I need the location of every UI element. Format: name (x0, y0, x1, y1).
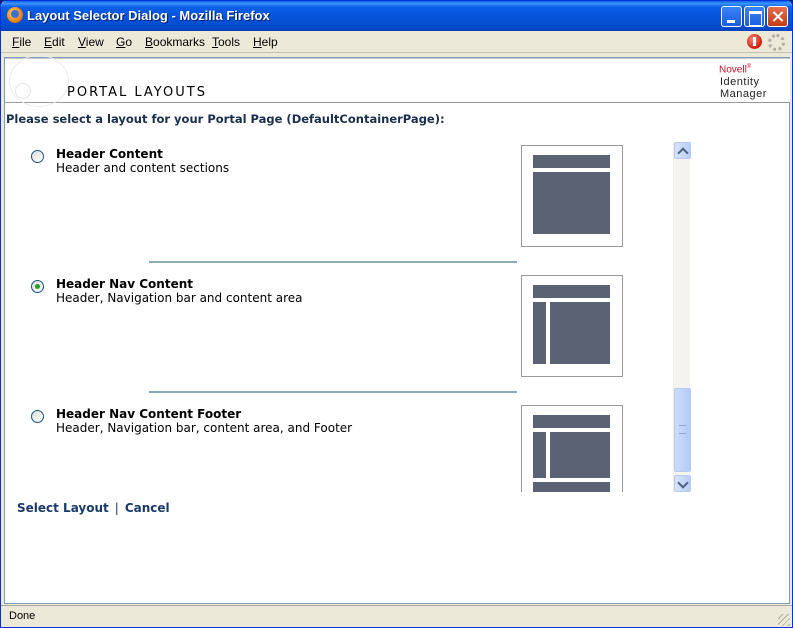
window-title: Layout Selector Dialog - Mozilla Firefox (27, 8, 270, 23)
vertical-scrollbar[interactable] (673, 142, 691, 492)
page-content: PORTAL LAYOUTS Novell® Identity Manager … (4, 55, 790, 604)
preview-nav-block (533, 302, 546, 364)
title-bar[interactable]: Layout Selector Dialog - Mozilla Firefox (1, 1, 792, 31)
instruction-text: Please select a layout for your Portal P… (6, 112, 445, 126)
layout-name: Header Content (56, 147, 163, 161)
menu-help[interactable]: Help (253, 35, 278, 49)
firefox-icon (7, 7, 23, 23)
browser-window: Layout Selector Dialog - Mozilla Firefox… (0, 0, 793, 628)
logo-text-manager: Manager (720, 88, 767, 100)
close-button[interactable] (767, 6, 788, 27)
action-links: Select Layout | Cancel (17, 501, 170, 515)
preview-content-block (550, 432, 610, 478)
layout-option-header-content[interactable]: Header Content Header and content sectio… (19, 140, 675, 270)
preview-header-block (533, 155, 610, 168)
layout-preview-header-content[interactable] (521, 145, 623, 247)
separator (149, 261, 517, 263)
scroll-thumb[interactable] (674, 388, 691, 472)
gear-decoration-icon (9, 55, 69, 107)
throbber-icon (768, 34, 785, 51)
layout-description: Header, Navigation bar, content area, an… (56, 421, 353, 435)
layout-radio-selected[interactable] (31, 280, 44, 293)
layout-name: Header Nav Content (56, 277, 193, 291)
registered-icon: ® (746, 64, 752, 70)
logo-text-identity: Identity (720, 76, 760, 88)
layout-radio[interactable] (31, 410, 44, 423)
layout-description: Header, Navigation bar and content area (56, 291, 303, 305)
layout-preview-header-nav-content-footer[interactable] (521, 405, 623, 492)
scroll-down-button[interactable] (674, 475, 691, 492)
preview-footer-block (533, 482, 610, 492)
layout-list: Header Content Header and content sectio… (19, 140, 689, 492)
scroll-up-button[interactable] (674, 142, 691, 159)
separator (149, 391, 517, 393)
cancel-link[interactable]: Cancel (125, 501, 170, 515)
minimize-button[interactable] (721, 6, 742, 27)
menu-tools[interactable]: Tools (212, 35, 240, 49)
banner-title: PORTAL LAYOUTS (67, 85, 207, 100)
banner: PORTAL LAYOUTS Novell® Identity Manager (5, 55, 790, 107)
layout-description: Header and content sections (56, 161, 230, 175)
layout-option-header-nav-content-footer[interactable]: Header Nav Content Footer Header, Naviga… (19, 400, 675, 492)
resize-grip-icon[interactable] (778, 614, 790, 626)
novell-logo: Novell® (719, 64, 752, 76)
menu-file[interactable]: File (12, 35, 31, 49)
menu-go[interactable]: Go (116, 35, 132, 49)
menu-bookmarks[interactable]: Bookmarks (145, 35, 205, 49)
menu-edit[interactable]: Edit (44, 35, 65, 49)
status-bar: Done (1, 605, 792, 627)
preview-nav-block (533, 432, 546, 478)
layout-name: Header Nav Content Footer (56, 407, 242, 421)
menu-bar: File Edit View Go Bookmarks Tools Help (1, 31, 792, 53)
preview-content-block (533, 172, 610, 234)
menu-view[interactable]: View (78, 35, 104, 49)
preview-header-block (533, 415, 610, 428)
stop-icon[interactable] (747, 34, 762, 49)
layout-preview-header-nav-content[interactable] (521, 275, 623, 377)
gear-small-decoration-icon (15, 83, 31, 99)
layout-radio[interactable] (31, 150, 44, 163)
select-layout-link[interactable]: Select Layout (17, 501, 109, 515)
maximize-button[interactable] (744, 6, 765, 27)
status-text: Done (9, 610, 36, 622)
action-separator: | (114, 501, 119, 515)
layout-option-header-nav-content[interactable]: Header Nav Content Header, Navigation ba… (19, 270, 675, 400)
preview-content-block (550, 302, 610, 364)
preview-header-block (533, 285, 610, 298)
